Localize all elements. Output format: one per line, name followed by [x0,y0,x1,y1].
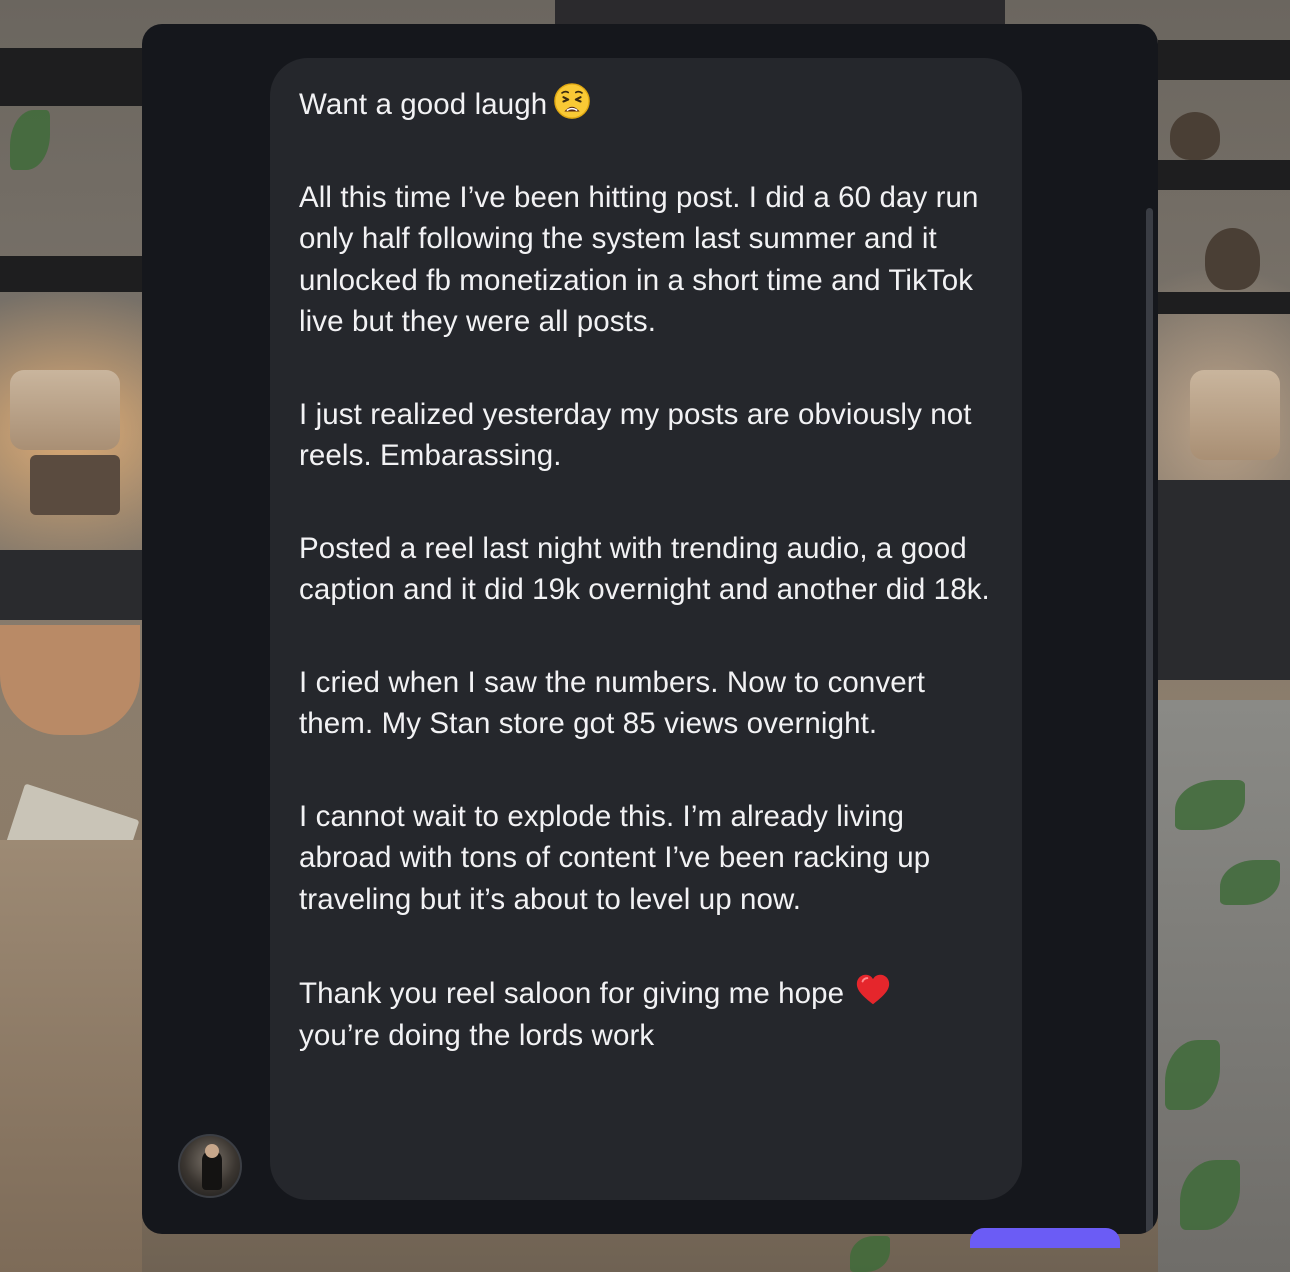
vase-left [30,455,120,515]
shelf-right-lower [1158,292,1290,314]
red-heart-emoji-icon [857,974,890,1005]
thanks-line: Thank you reel saloon for giving me hope [299,977,845,1010]
vase-right-2 [1205,228,1260,290]
avatar[interactable] [178,1134,242,1198]
message-paragraph: I cannot wait to explode this. I’m alrea… [299,799,931,916]
message-paragraph: Want a good laugh [299,82,999,126]
background-photo: Want a good laugh All this time I’ve bee… [0,0,1290,1272]
message-paragraph: I just realized yesterday my posts are o… [299,397,972,473]
vase-right-1 [1170,112,1220,160]
bowl-left [0,625,140,735]
message-paragraph: I cried when I saw the numbers. Now to c… [299,665,926,741]
shelf-left-top [0,48,142,106]
message-paragraph: Posted a reel last night with trending a… [299,531,990,607]
chat-panel: Want a good laugh All this time I’ve bee… [142,24,1158,1234]
shelf-right-middle [1158,160,1290,190]
accent-button-edge[interactable] [970,1228,1120,1248]
message-line-1: Want a good laugh [299,88,548,121]
table-left [0,840,142,1272]
avatar-head [205,1144,219,1158]
shelf-right-top [1158,40,1290,80]
wall-art-frame [555,0,1005,24]
message-paragraph: Thank you reel saloon for giving me hope… [299,971,999,1056]
message-text: Want a good laugh All this time I’ve bee… [299,82,999,1056]
plant-left [10,110,50,170]
message-paragraph: All this time I’ve been hitting post. I … [299,180,979,339]
scrollbar[interactable] [1146,208,1153,1234]
plant-bottom [850,1236,890,1272]
cabinet-right [1158,480,1290,680]
closing-line: you’re doing the lords work [299,1018,655,1052]
lamp-right [1190,370,1280,460]
weary-face-emoji-icon [554,83,591,119]
lamp-left [10,370,120,450]
shelf-left-middle [0,256,142,292]
cabinet-left [0,550,142,620]
